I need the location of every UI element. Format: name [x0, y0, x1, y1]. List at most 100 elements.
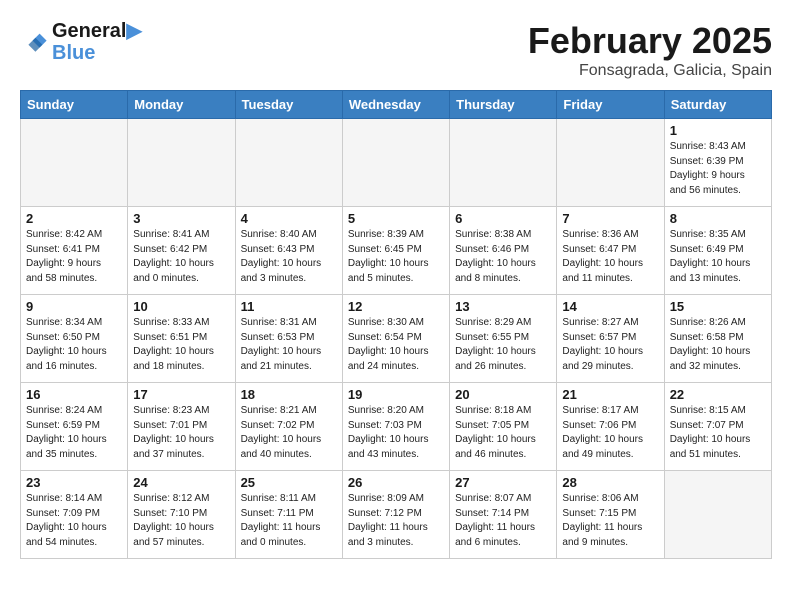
week-row-5: 23 Sunrise: 8:14 AM Sunset: 7:09 PM Dayli…	[21, 471, 772, 559]
day-number: 13	[455, 299, 551, 314]
day-info: Sunrise: 8:14 AM Sunset: 7:09 PM Dayligh…	[26, 492, 122, 550]
calendar-cell: 17 Sunrise: 8:23 AM Sunset: 7:01 PM Dayli…	[128, 383, 235, 471]
location-subtitle: Fonsagrada, Galicia, Spain	[528, 62, 772, 80]
calendar-cell: 14Sunrise: 8:27 AM Sunset: 6:57 PM Dayli…	[557, 295, 664, 383]
day-number: 24	[133, 475, 229, 490]
day-number: 7	[562, 211, 658, 226]
logo: General▶ Blue	[20, 20, 142, 64]
day-info: Sunrise: 8:26 AM Sunset: 6:58 PM Dayligh…	[670, 316, 766, 374]
day-number: 10	[133, 299, 229, 314]
week-row-1: 1 Sunrise: 8:43 AM Sunset: 6:39 PM Daylig…	[21, 119, 772, 207]
calendar-cell: 11 Sunrise: 8:31 AM Sunset: 6:53 PM Dayli…	[235, 295, 342, 383]
calendar-cell: 27 Sunrise: 8:07 AM Sunset: 7:14 PM Dayli…	[450, 471, 557, 559]
day-number: 12	[348, 299, 444, 314]
calendar-cell: 13 Sunrise: 8:29 AM Sunset: 6:55 PM Dayli…	[450, 295, 557, 383]
calendar-cell: 9 Sunrise: 8:34 AM Sunset: 6:50 PM Daylig…	[21, 295, 128, 383]
calendar-cell: 26 Sunrise: 8:09 AM Sunset: 7:12 PM Dayli…	[342, 471, 449, 559]
day-number: 11	[241, 299, 337, 314]
day-info: Sunrise: 8:24 AM Sunset: 6:59 PM Dayligh…	[26, 404, 122, 462]
day-info: Sunrise: 8:42 AM Sunset: 6:41 PM Dayligh…	[26, 228, 122, 286]
calendar-cell: 1 Sunrise: 8:43 AM Sunset: 6:39 PM Daylig…	[664, 119, 771, 207]
calendar-cell: 6 Sunrise: 8:38 AM Sunset: 6:46 PM Daylig…	[450, 207, 557, 295]
calendar-table: SundayMondayTuesdayWednesdayThursdayFrid…	[20, 90, 772, 559]
day-number: 21	[562, 387, 658, 402]
day-number: 27	[455, 475, 551, 490]
day-number: 5	[348, 211, 444, 226]
day-number: 15	[670, 299, 766, 314]
calendar-cell: 21 Sunrise: 8:17 AM Sunset: 7:06 PM Dayli…	[557, 383, 664, 471]
week-row-4: 16 Sunrise: 8:24 AM Sunset: 6:59 PM Dayli…	[21, 383, 772, 471]
day-number: 3	[133, 211, 229, 226]
day-info: Sunrise: 8:34 AM Sunset: 6:50 PM Dayligh…	[26, 316, 122, 374]
day-info: Sunrise: 8:29 AM Sunset: 6:55 PM Dayligh…	[455, 316, 551, 374]
calendar-cell: 4 Sunrise: 8:40 AM Sunset: 6:43 PM Daylig…	[235, 207, 342, 295]
day-number: 14	[562, 299, 658, 314]
day-info: Sunrise: 8:21 AM Sunset: 7:02 PM Dayligh…	[241, 404, 337, 462]
calendar-cell	[128, 119, 235, 207]
day-number: 28	[562, 475, 658, 490]
calendar-cell	[235, 119, 342, 207]
day-info: Sunrise: 8:15 AM Sunset: 7:07 PM Dayligh…	[670, 404, 766, 462]
day-info: Sunrise: 8:31 AM Sunset: 6:53 PM Dayligh…	[241, 316, 337, 374]
day-info: Sunrise: 8:40 AM Sunset: 6:43 PM Dayligh…	[241, 228, 337, 286]
day-number: 17	[133, 387, 229, 402]
day-info: Sunrise: 8:39 AM Sunset: 6:45 PM Dayligh…	[348, 228, 444, 286]
calendar-cell: 24 Sunrise: 8:12 AM Sunset: 7:10 PM Dayli…	[128, 471, 235, 559]
calendar-cell: 16 Sunrise: 8:24 AM Sunset: 6:59 PM Dayli…	[21, 383, 128, 471]
calendar-cell: 3 Sunrise: 8:41 AM Sunset: 6:42 PM Daylig…	[128, 207, 235, 295]
day-number: 6	[455, 211, 551, 226]
day-number: 2	[26, 211, 122, 226]
weekday-header-monday: Monday	[128, 91, 235, 119]
day-info: Sunrise: 8:20 AM Sunset: 7:03 PM Dayligh…	[348, 404, 444, 462]
calendar-cell: 10 Sunrise: 8:33 AM Sunset: 6:51 PM Dayli…	[128, 295, 235, 383]
weekday-header-tuesday: Tuesday	[235, 91, 342, 119]
calendar-cell: 28 Sunrise: 8:06 AM Sunset: 7:15 PM Dayli…	[557, 471, 664, 559]
day-number: 9	[26, 299, 122, 314]
day-info: Sunrise: 8:41 AM Sunset: 6:42 PM Dayligh…	[133, 228, 229, 286]
day-info: Sunrise: 8:38 AM Sunset: 6:46 PM Dayligh…	[455, 228, 551, 286]
weekday-header-thursday: Thursday	[450, 91, 557, 119]
day-info: Sunrise: 8:18 AM Sunset: 7:05 PM Dayligh…	[455, 404, 551, 462]
calendar-cell	[557, 119, 664, 207]
calendar-cell	[21, 119, 128, 207]
day-number: 20	[455, 387, 551, 402]
calendar-cell: 19 Sunrise: 8:20 AM Sunset: 7:03 PM Dayli…	[342, 383, 449, 471]
calendar-cell: 20 Sunrise: 8:18 AM Sunset: 7:05 PM Dayli…	[450, 383, 557, 471]
calendar-cell: 2 Sunrise: 8:42 AM Sunset: 6:41 PM Daylig…	[21, 207, 128, 295]
day-info: Sunrise: 8:07 AM Sunset: 7:14 PM Dayligh…	[455, 492, 551, 550]
day-number: 4	[241, 211, 337, 226]
day-number: 19	[348, 387, 444, 402]
day-info: Sunrise: 8:43 AM Sunset: 6:39 PM Dayligh…	[670, 140, 766, 198]
day-info: Sunrise: 8:09 AM Sunset: 7:12 PM Dayligh…	[348, 492, 444, 550]
calendar-cell: 18Sunrise: 8:21 AM Sunset: 7:02 PM Dayli…	[235, 383, 342, 471]
calendar-cell: 25 Sunrise: 8:11 AM Sunset: 7:11 PM Dayli…	[235, 471, 342, 559]
day-info: Sunrise: 8:35 AM Sunset: 6:49 PM Dayligh…	[670, 228, 766, 286]
week-row-3: 9 Sunrise: 8:34 AM Sunset: 6:50 PM Daylig…	[21, 295, 772, 383]
day-number: 22	[670, 387, 766, 402]
calendar-cell: 7 Sunrise: 8:36 AM Sunset: 6:47 PM Daylig…	[557, 207, 664, 295]
day-number: 25	[241, 475, 337, 490]
calendar-cell: 22 Sunrise: 8:15 AM Sunset: 7:07 PM Dayli…	[664, 383, 771, 471]
day-number: 1	[670, 123, 766, 138]
day-info: Sunrise: 8:17 AM Sunset: 7:06 PM Dayligh…	[562, 404, 658, 462]
calendar-cell	[664, 471, 771, 559]
day-info: Sunrise: 8:06 AM Sunset: 7:15 PM Dayligh…	[562, 492, 658, 550]
logo-icon	[20, 28, 48, 56]
day-number: 23	[26, 475, 122, 490]
day-info: Sunrise: 8:11 AM Sunset: 7:11 PM Dayligh…	[241, 492, 337, 550]
title-block: February 2025 Fonsagrada, Galicia, Spain	[528, 20, 772, 80]
day-number: 8	[670, 211, 766, 226]
day-info: Sunrise: 8:23 AM Sunset: 7:01 PM Dayligh…	[133, 404, 229, 462]
day-info: Sunrise: 8:33 AM Sunset: 6:51 PM Dayligh…	[133, 316, 229, 374]
calendar-cell: 23 Sunrise: 8:14 AM Sunset: 7:09 PM Dayli…	[21, 471, 128, 559]
calendar-cell: 8 Sunrise: 8:35 AM Sunset: 6:49 PM Daylig…	[664, 207, 771, 295]
weekday-header-saturday: Saturday	[664, 91, 771, 119]
day-number: 26	[348, 475, 444, 490]
day-info: Sunrise: 8:12 AM Sunset: 7:10 PM Dayligh…	[133, 492, 229, 550]
calendar-cell: 15 Sunrise: 8:26 AM Sunset: 6:58 PM Dayli…	[664, 295, 771, 383]
day-number: 16	[26, 387, 122, 402]
day-info: Sunrise: 8:36 AM Sunset: 6:47 PM Dayligh…	[562, 228, 658, 286]
week-row-2: 2 Sunrise: 8:42 AM Sunset: 6:41 PM Daylig…	[21, 207, 772, 295]
calendar-cell	[450, 119, 557, 207]
weekday-header-friday: Friday	[557, 91, 664, 119]
